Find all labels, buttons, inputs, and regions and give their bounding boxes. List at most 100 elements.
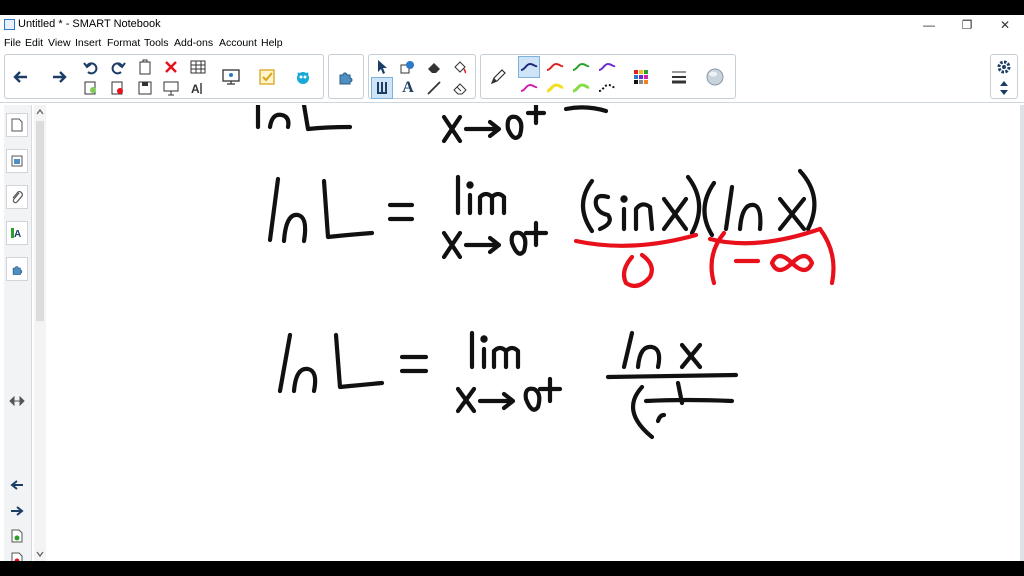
page-sorter-tab[interactable] bbox=[6, 113, 28, 137]
arrow-left-icon bbox=[13, 71, 27, 83]
ink-stroke-icon bbox=[546, 62, 564, 71]
shapes-icon bbox=[400, 61, 414, 74]
eraser-tool-button[interactable] bbox=[450, 78, 470, 98]
pen-style-red[interactable] bbox=[545, 57, 565, 77]
right-edge-scrollbar[interactable] bbox=[1020, 105, 1024, 561]
pen-type-button[interactable] bbox=[488, 67, 508, 87]
menu-file[interactable]: File bbox=[4, 37, 21, 49]
toolbar-group-addons bbox=[328, 54, 364, 99]
pen-style-green[interactable] bbox=[571, 57, 591, 77]
smart-notebook-app-icon bbox=[4, 19, 15, 30]
sidebar-previous-page-button[interactable] bbox=[7, 475, 27, 495]
menu-help[interactable]: Help bbox=[261, 37, 283, 49]
save-button[interactable] bbox=[135, 78, 155, 98]
eraser-shape-button[interactable] bbox=[424, 57, 444, 77]
scroll-down-arrow-icon[interactable] bbox=[34, 549, 46, 559]
smart-lab-button[interactable] bbox=[293, 67, 313, 87]
response-assessment-button[interactable] bbox=[257, 67, 277, 87]
menu-view[interactable]: View bbox=[48, 37, 71, 49]
paperclip-icon bbox=[12, 191, 23, 204]
pen-style-yellow[interactable] bbox=[545, 78, 565, 98]
screen-capture-button[interactable] bbox=[221, 67, 241, 87]
ink-stroke-icon bbox=[520, 83, 538, 92]
menu-add-ons[interactable]: Add-ons bbox=[174, 37, 213, 49]
clone-page-icon bbox=[111, 81, 123, 95]
title-bar: Untitled * - SMART Notebook — ❐ ✕ bbox=[0, 15, 1024, 35]
pen-style-dark-blue[interactable] bbox=[518, 56, 540, 78]
fill-tool-button[interactable] bbox=[450, 57, 470, 77]
text-tool-label: A bbox=[402, 79, 414, 96]
toolbar-group-pen-properties bbox=[480, 54, 736, 99]
arrow-right-icon bbox=[53, 71, 67, 83]
menu-format[interactable]: Format bbox=[107, 37, 140, 49]
add-page-icon bbox=[11, 529, 23, 543]
shapes-tool-button[interactable] bbox=[398, 57, 418, 77]
line-thickness-icon bbox=[672, 71, 686, 84]
toolbar-group-tools: A bbox=[368, 54, 476, 99]
menu-tools[interactable]: Tools bbox=[144, 37, 169, 49]
left-right-arrows-icon bbox=[9, 396, 25, 406]
restore-button[interactable]: ❐ bbox=[948, 15, 986, 35]
window-title: Untitled * - SMART Notebook bbox=[18, 18, 161, 30]
whiteboard-canvas[interactable] bbox=[46, 105, 1020, 561]
undo-button[interactable] bbox=[81, 57, 101, 77]
transparency-button[interactable] bbox=[705, 67, 725, 87]
ink-stroke-icon bbox=[572, 83, 590, 93]
delete-button[interactable] bbox=[161, 57, 181, 77]
pen-style-magenta[interactable] bbox=[519, 78, 539, 98]
settings-button[interactable] bbox=[994, 57, 1014, 77]
smart-notebook-window: Untitled * - SMART Notebook — ❐ ✕ File E… bbox=[0, 15, 1024, 561]
bottom-black-bar bbox=[0, 561, 1024, 576]
close-button[interactable]: ✕ bbox=[986, 15, 1024, 35]
select-tool-button[interactable] bbox=[372, 57, 392, 77]
redo-button[interactable] bbox=[108, 57, 128, 77]
screen-shade-icon bbox=[84, 81, 96, 95]
line-thickness-button[interactable] bbox=[669, 67, 689, 87]
menu-insert[interactable]: Insert bbox=[75, 37, 101, 49]
add-ons-tab[interactable] bbox=[6, 257, 28, 281]
sidebar-delete-page-button[interactable] bbox=[7, 549, 27, 561]
insert-table-button[interactable] bbox=[188, 57, 208, 77]
lines-tool-button[interactable] bbox=[424, 78, 444, 98]
side-tab-bar: A bbox=[4, 105, 32, 561]
pen-style-light-green[interactable] bbox=[571, 78, 591, 98]
handwriting-recognition-button[interactable]: A bbox=[188, 78, 208, 98]
pens-icon bbox=[377, 82, 387, 94]
gallery-image-icon bbox=[11, 155, 23, 167]
scrollbar-thumb[interactable] bbox=[36, 121, 44, 321]
menu-edit[interactable]: Edit bbox=[25, 37, 43, 49]
minimize-button[interactable]: — bbox=[910, 15, 948, 35]
gallery-tab[interactable] bbox=[6, 149, 28, 173]
attachments-tab[interactable] bbox=[6, 185, 28, 209]
properties-tab[interactable]: A bbox=[6, 221, 28, 245]
clone-page-button[interactable] bbox=[108, 78, 128, 98]
menu-account[interactable]: Account bbox=[219, 37, 257, 49]
scroll-up-arrow-icon[interactable] bbox=[34, 107, 46, 117]
sidebar-resize-handle[interactable] bbox=[7, 391, 27, 411]
paste-button[interactable] bbox=[135, 57, 155, 77]
pen-style-purple[interactable] bbox=[597, 57, 617, 77]
arrow-left-icon bbox=[10, 480, 23, 490]
ink-stroke-icon bbox=[572, 62, 590, 71]
handwritten-ink-layer bbox=[255, 105, 836, 440]
pen-style-dashed-black[interactable] bbox=[597, 78, 617, 98]
pens-tool-button[interactable] bbox=[371, 77, 393, 99]
color-palette-button[interactable] bbox=[631, 67, 651, 87]
sidebar-next-page-button[interactable] bbox=[7, 501, 27, 521]
full-screen-button[interactable] bbox=[161, 78, 181, 98]
page-scrollbar[interactable] bbox=[34, 105, 46, 561]
previous-page-button[interactable] bbox=[11, 67, 31, 87]
ink-stroke-icon bbox=[598, 62, 616, 71]
page-icon bbox=[11, 118, 23, 132]
sidebar-add-page-button[interactable] bbox=[7, 526, 27, 546]
add-ons-button[interactable] bbox=[336, 67, 356, 87]
text-tool-button[interactable]: A bbox=[398, 78, 418, 98]
table-icon bbox=[190, 60, 206, 74]
screen-shade-button[interactable] bbox=[81, 78, 101, 98]
checklist-icon bbox=[259, 69, 275, 85]
next-page-button[interactable] bbox=[49, 67, 69, 87]
cursor-arrow-icon bbox=[378, 60, 387, 74]
move-toolbar-button[interactable] bbox=[994, 78, 1014, 98]
toolbar-group-settings bbox=[990, 54, 1018, 99]
redo-icon bbox=[111, 62, 126, 75]
